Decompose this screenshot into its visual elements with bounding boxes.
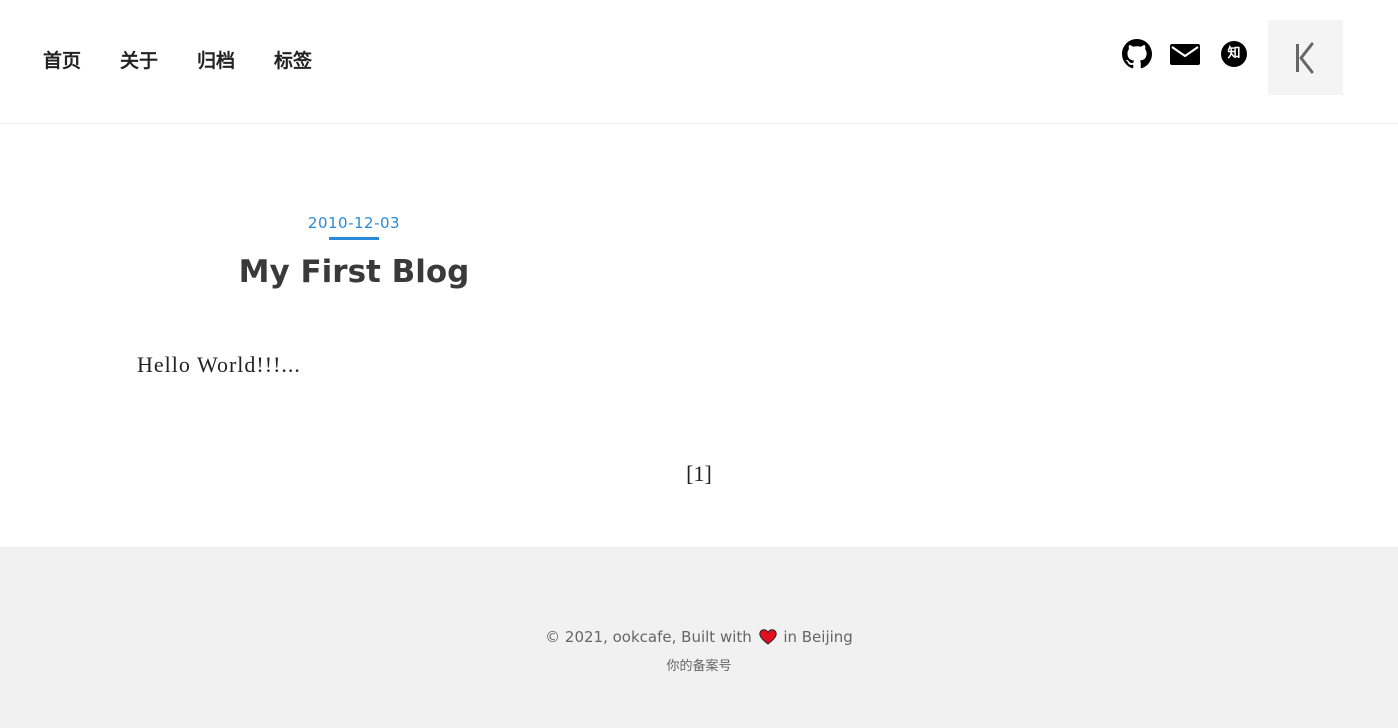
nav-item-about[interactable]: 关于 (120, 47, 158, 75)
post-date: 2010-12-03 (307, 214, 401, 232)
zhihu-glyph: 知 (1221, 41, 1247, 67)
nav-item-home[interactable]: 首页 (43, 47, 81, 75)
heart-icon (758, 629, 777, 650)
nav-item-tags[interactable]: 标签 (274, 47, 312, 75)
zhihu-icon[interactable]: 知 (1219, 39, 1249, 69)
post-excerpt: Hello World!!!... (137, 352, 301, 377)
github-icon[interactable] (1122, 39, 1152, 69)
social-links: 知 (1122, 39, 1249, 69)
date-underline (329, 237, 379, 240)
pagination: [1] (0, 460, 1398, 488)
k-logo-icon (1295, 42, 1313, 73)
copyright-suffix: in Beijing (783, 628, 853, 646)
post-title[interactable]: My First Blog (200, 250, 508, 294)
pagination-page-1[interactable]: [1] (686, 461, 712, 486)
copyright: © 2021, ookcafe, Built with in Beijing (0, 627, 1398, 650)
icp-license[interactable]: 你的备案号 (0, 657, 1398, 677)
site-header: 首页 关于 归档 标签 知 (0, 0, 1398, 124)
mail-icon[interactable] (1170, 39, 1200, 69)
site-logo[interactable] (1268, 20, 1343, 95)
copyright-prefix: © 2021, ookcafe, Built with (545, 628, 752, 646)
nav-item-archive[interactable]: 归档 (197, 47, 235, 75)
main-nav: 首页 关于 归档 标签 (43, 47, 312, 75)
